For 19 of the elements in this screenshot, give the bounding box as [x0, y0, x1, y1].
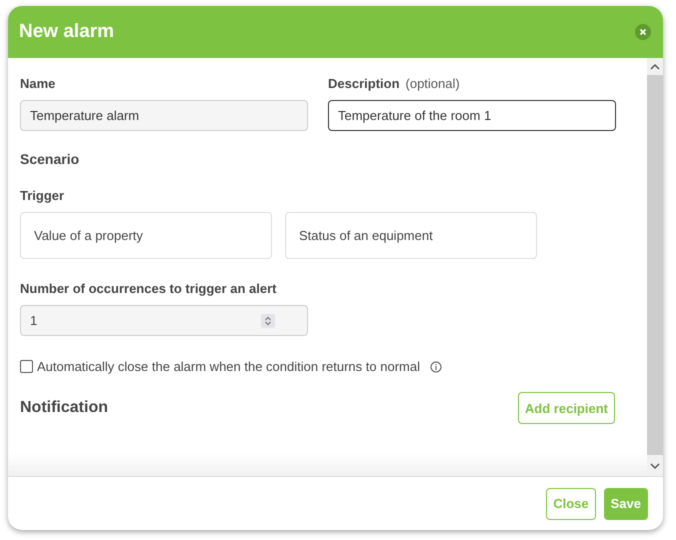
section-title: Scenario: [20, 151, 80, 167]
spinner-icon[interactable]: [261, 314, 275, 328]
text-field[interactable]: Temperature alarm: [20, 100, 308, 131]
field-label: Trigger: [20, 188, 66, 203]
dialog-title: New alarm: [19, 21, 114, 43]
scrollbar[interactable]: [647, 58, 663, 476]
checkbox[interactable]: [20, 360, 33, 373]
field-label: Name: [20, 76, 56, 91]
number-field[interactable]: 1: [20, 305, 308, 336]
field-label: Description: [328, 76, 400, 91]
text-field[interactable]: Temperature of the room 1: [328, 100, 616, 131]
section-title: Notification: [20, 399, 108, 417]
trigger-option[interactable]: Value of a property: [20, 212, 272, 259]
info-icon[interactable]: [430, 360, 442, 372]
field-label: Number of occurrences to trigger an alert: [20, 281, 278, 296]
close-icon[interactable]: [635, 24, 651, 40]
checkbox-label: Automatically close the alarm when the condition returns to normal: [37, 359, 420, 374]
trigger-option[interactable]: Status of an equipment: [285, 212, 537, 259]
optional-hint: (optional): [406, 76, 460, 91]
